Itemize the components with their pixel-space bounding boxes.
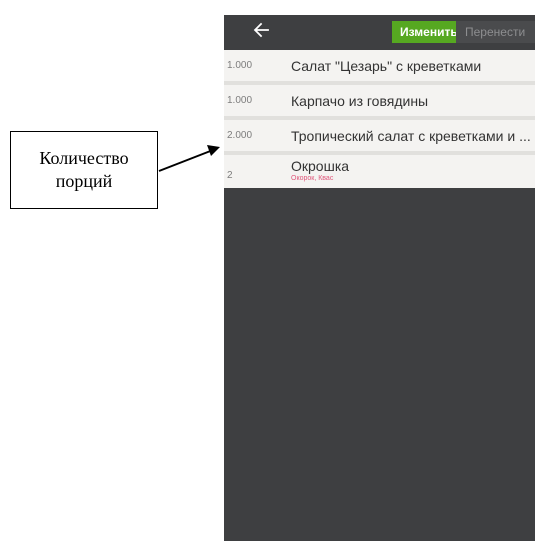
order-item[interactable]: 1.000 Карпачо из говядины — [224, 85, 535, 120]
app-screen: Изменить Перенести 1.000 Салат "Цезарь" … — [224, 15, 535, 541]
item-name: Карпачо из говядины — [291, 93, 429, 109]
item-quantity: 1.000 — [227, 95, 253, 106]
edit-button[interactable]: Изменить — [392, 21, 458, 43]
arrow-left-icon — [253, 22, 269, 43]
move-button[interactable]: Перенести — [456, 21, 535, 43]
order-list: 1.000 Салат "Цезарь" с креветками 1.000 … — [224, 50, 535, 188]
item-name: Салат "Цезарь" с креветками — [291, 58, 482, 74]
order-item[interactable]: 1.000 Салат "Цезарь" с креветками — [224, 50, 535, 85]
top-bar: Изменить Перенести — [224, 15, 535, 50]
order-item[interactable]: 2.000 Тропический салат с креветками и .… — [224, 120, 535, 155]
item-modifiers: Окорок, Квас — [291, 175, 334, 182]
item-quantity: 2.000 — [227, 130, 253, 141]
item-name: Тропический салат с креветками и ... — [291, 128, 531, 144]
item-name: Окрошка — [291, 158, 350, 174]
item-quantity: 2 — [227, 170, 233, 181]
order-item[interactable]: 2 Окрошка Окорок, Квас — [224, 155, 535, 188]
item-quantity: 1.000 — [227, 60, 253, 71]
back-button[interactable] — [250, 21, 272, 43]
